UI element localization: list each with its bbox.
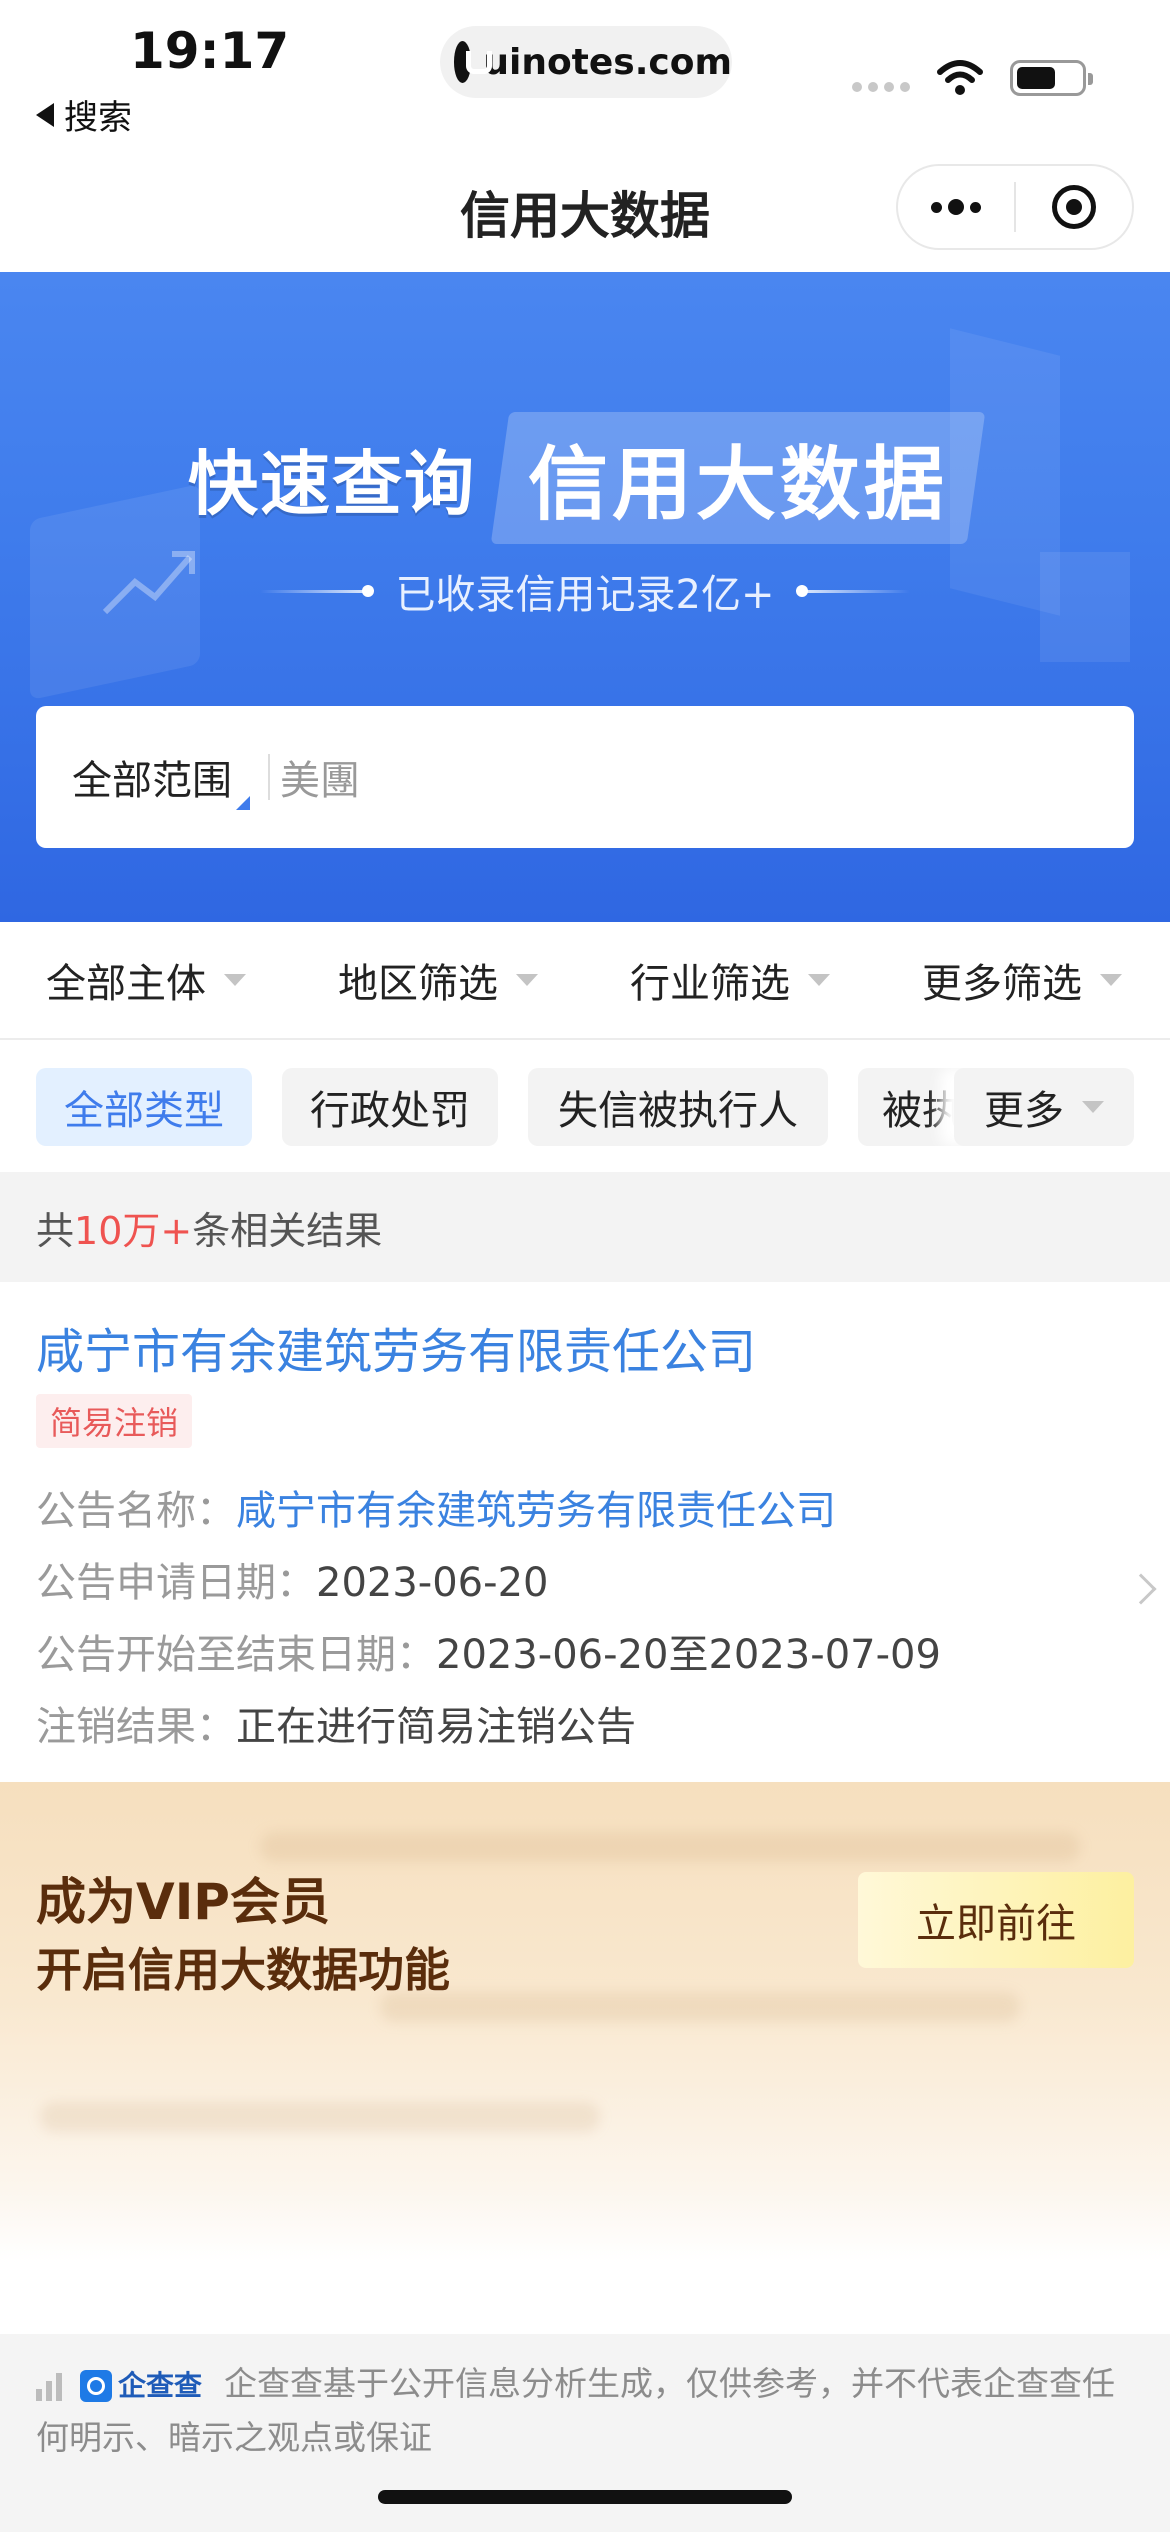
result-count-suffix: 条相关结果 (192, 1208, 383, 1253)
back-arrow-icon (36, 102, 54, 127)
miniprogram-capsule (896, 164, 1134, 250)
info-row-result: 注销结果：正在进行简易注销公告 (36, 1694, 636, 1752)
close-miniprogram-button[interactable] (1016, 166, 1132, 248)
result-count-number: 10万+ (74, 1208, 193, 1253)
chevron-right-icon (1125, 1573, 1157, 1605)
status-time: 19:17 (130, 22, 290, 80)
filter-entity[interactable]: 全部主体 (0, 922, 292, 1038)
filter-label: 行业筛选 (630, 961, 790, 1007)
chip-dishonest-executed[interactable]: 失信被执行人 (528, 1068, 828, 1146)
more-dots-icon (931, 199, 981, 215)
back-to-search[interactable]: 搜索 (36, 90, 132, 139)
qichacha-logo-icon (80, 2369, 112, 2402)
chips-more-button[interactable]: 更多 (954, 1068, 1134, 1146)
home-indicator[interactable] (378, 2490, 792, 2504)
caret-down-icon (224, 974, 246, 986)
more-menu-button[interactable] (898, 166, 1014, 248)
filter-label: 更多筛选 (922, 961, 1082, 1007)
vip-subtitle: 开启信用大数据功能 (36, 1943, 450, 1997)
hero-subline-text: 已收录信用记录2亿+ (395, 572, 775, 618)
hero-headline-right: 信用大数据 (528, 438, 948, 531)
caret-down-icon (1100, 974, 1122, 986)
back-label: 搜索 (64, 98, 132, 138)
filter-label: 地区筛选 (338, 961, 498, 1007)
type-chips: 全部类型 行政处罚 失信被执行人 被执 更多 (0, 1040, 1170, 1172)
filter-more[interactable]: 更多筛选 (876, 922, 1168, 1038)
filter-label: 全部主体 (46, 961, 206, 1007)
battery-icon (1010, 60, 1093, 96)
search-scope-dropdown[interactable]: 全部范围 (72, 748, 250, 810)
url-text: uinotes.com (483, 41, 732, 83)
info-row-announcement-name: 公告名称：咸宁市有余建筑劳务有限责任公司 (36, 1478, 836, 1536)
site-logo-icon (454, 41, 493, 83)
wifi-icon (937, 60, 983, 95)
hero-headline: 快速查询 信用大数据 (188, 412, 986, 544)
caret-down-icon (1082, 1101, 1104, 1113)
company-name[interactable]: 咸宁市有余建筑劳务有限责任公司 (36, 1312, 756, 1382)
status-bar: 19:17 搜索 uinotes.com (0, 0, 1170, 150)
vip-title: 成为VIP会员 (36, 1873, 330, 1931)
hero-banner: 快速查询 信用大数据 已收录信用记录2亿+ 全部范围 (0, 272, 1170, 922)
cellular-signal-icon (852, 82, 910, 92)
result-card[interactable]: 咸宁市有余建筑劳务有限责任公司 简易注销 公告名称：咸宁市有余建筑劳务有限责任公… (0, 1282, 1170, 1782)
row-value-link[interactable]: 咸宁市有余建筑劳务有限责任公司 (236, 1488, 836, 1534)
target-icon (1052, 185, 1096, 229)
url-pill: uinotes.com (440, 26, 732, 98)
result-count: 共 10万+ 条相关结果 (0, 1172, 1170, 1282)
row-value: 2023-06-20 (316, 1560, 549, 1606)
row-label: 公告名称： (36, 1488, 236, 1534)
row-label: 公告申请日期： (36, 1560, 316, 1606)
search-input[interactable] (280, 754, 980, 800)
caret-down-icon (808, 974, 830, 986)
brand-name: 企查查 (118, 2368, 203, 2402)
row-value: 2023-06-20至2023-07-09 (436, 1632, 941, 1678)
filter-bar: 全部主体 地区筛选 行业筛选 更多筛选 (0, 922, 1170, 1040)
chip-all-types[interactable]: 全部类型 (36, 1068, 252, 1146)
status-badge: 简易注销 (36, 1394, 193, 1448)
info-row-apply-date: 公告申请日期：2023-06-20 (36, 1550, 548, 1608)
hero-headline-left: 快速查询 (188, 442, 476, 525)
vip-go-button[interactable]: 立即前往 (858, 1872, 1134, 1968)
chips-more-label: 更多 (984, 1088, 1064, 1134)
row-label: 注销结果： (36, 1704, 236, 1750)
filter-industry[interactable]: 行业筛选 (584, 922, 876, 1038)
brand-logo: 企查查 (80, 2360, 202, 2412)
signal-bars-icon (36, 2371, 62, 2401)
hero-subline: 已收录信用记录2亿+ (0, 562, 1170, 620)
row-value: 正在进行简易注销公告 (236, 1704, 636, 1750)
chip-administrative-penalty[interactable]: 行政处罚 (282, 1068, 498, 1146)
caret-down-icon (516, 974, 538, 986)
row-label: 公告开始至结束日期： (36, 1632, 436, 1678)
info-row-period: 公告开始至结束日期：2023-06-20至2023-07-09 (36, 1622, 941, 1680)
search-box: 全部范围 (36, 706, 1134, 848)
vip-promo: 成为VIP会员 开启信用大数据功能 立即前往 (0, 1782, 1170, 2262)
result-count-prefix: 共 (36, 1208, 75, 1253)
filter-region[interactable]: 地区筛选 (292, 922, 584, 1038)
